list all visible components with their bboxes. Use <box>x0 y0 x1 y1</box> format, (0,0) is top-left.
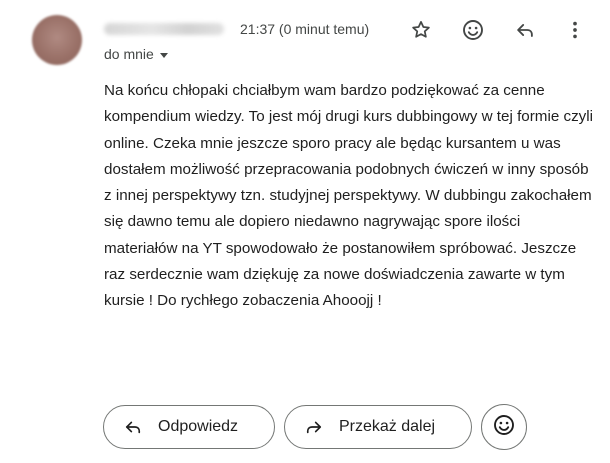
sender-name[interactable] <box>104 22 228 36</box>
recipient-details-toggle[interactable]: do mnie <box>104 46 168 62</box>
emoji-icon <box>461 18 485 42</box>
emoji-reaction-button[interactable] <box>481 404 527 450</box>
forward-icon <box>303 416 325 438</box>
more-options-button[interactable] <box>561 16 589 44</box>
more-vert-icon <box>564 19 586 41</box>
emoji-icon <box>492 413 516 442</box>
add-reaction-button[interactable] <box>459 16 487 44</box>
sender-name-redacted <box>104 23 224 35</box>
sender-avatar[interactable] <box>32 15 82 65</box>
reply-button-label: Odpowiedz <box>158 418 239 435</box>
star-icon <box>410 19 432 41</box>
reply-icon <box>514 19 536 41</box>
reply-button[interactable]: Odpowiedz <box>103 405 275 449</box>
forward-button[interactable]: Przekaż dalej <box>284 405 472 449</box>
message-actions: Odpowiedz Przekaż dalej <box>103 404 527 450</box>
star-button[interactable] <box>407 16 435 44</box>
reply-icon <box>122 416 144 438</box>
recipient-label: do mnie <box>104 46 154 62</box>
message-body: Na końcu chłopaki chciałbym wam bardzo p… <box>104 82 594 310</box>
message-timestamp: 21:37 (0 minut temu) <box>240 21 370 37</box>
reply-icon-button[interactable] <box>511 16 539 44</box>
forward-button-label: Przekaż dalej <box>339 418 436 435</box>
chevron-down-icon <box>159 52 168 58</box>
